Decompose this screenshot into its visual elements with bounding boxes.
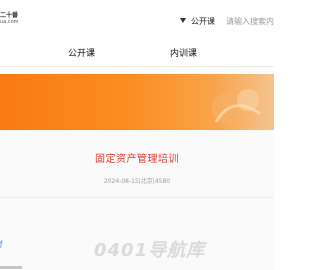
watermark: 0401导航库 <box>94 240 206 261</box>
triangle-down-icon <box>180 18 186 23</box>
site-logo[interactable]: 二十番 ua.com <box>0 8 30 30</box>
logo-domain: ua.com <box>0 19 19 25</box>
article-meta: 2024-08-15|北京|4580 <box>103 178 171 185</box>
logo-text: 二十番 <box>0 12 19 19</box>
banner-decoration <box>212 89 261 124</box>
search-input[interactable] <box>226 12 274 30</box>
side-tab-mark[interactable]: ƒ <box>0 240 2 248</box>
hero-banner <box>0 74 274 130</box>
search-type-label: 公开课 <box>191 17 215 26</box>
divider <box>0 197 274 198</box>
article-title: 固定资产管理培训 <box>95 154 179 165</box>
top-bar: 二十番 ua.com 公开课 <box>0 0 274 40</box>
search-type-dropdown[interactable]: 公开课 <box>180 16 215 28</box>
nav-item-public-course[interactable]: 公开课 <box>68 46 95 59</box>
main-nav: 公开课 内训课 <box>0 40 274 67</box>
watermark-underline <box>0 266 22 269</box>
nav-item-inhouse-training[interactable]: 内训课 <box>170 46 197 59</box>
